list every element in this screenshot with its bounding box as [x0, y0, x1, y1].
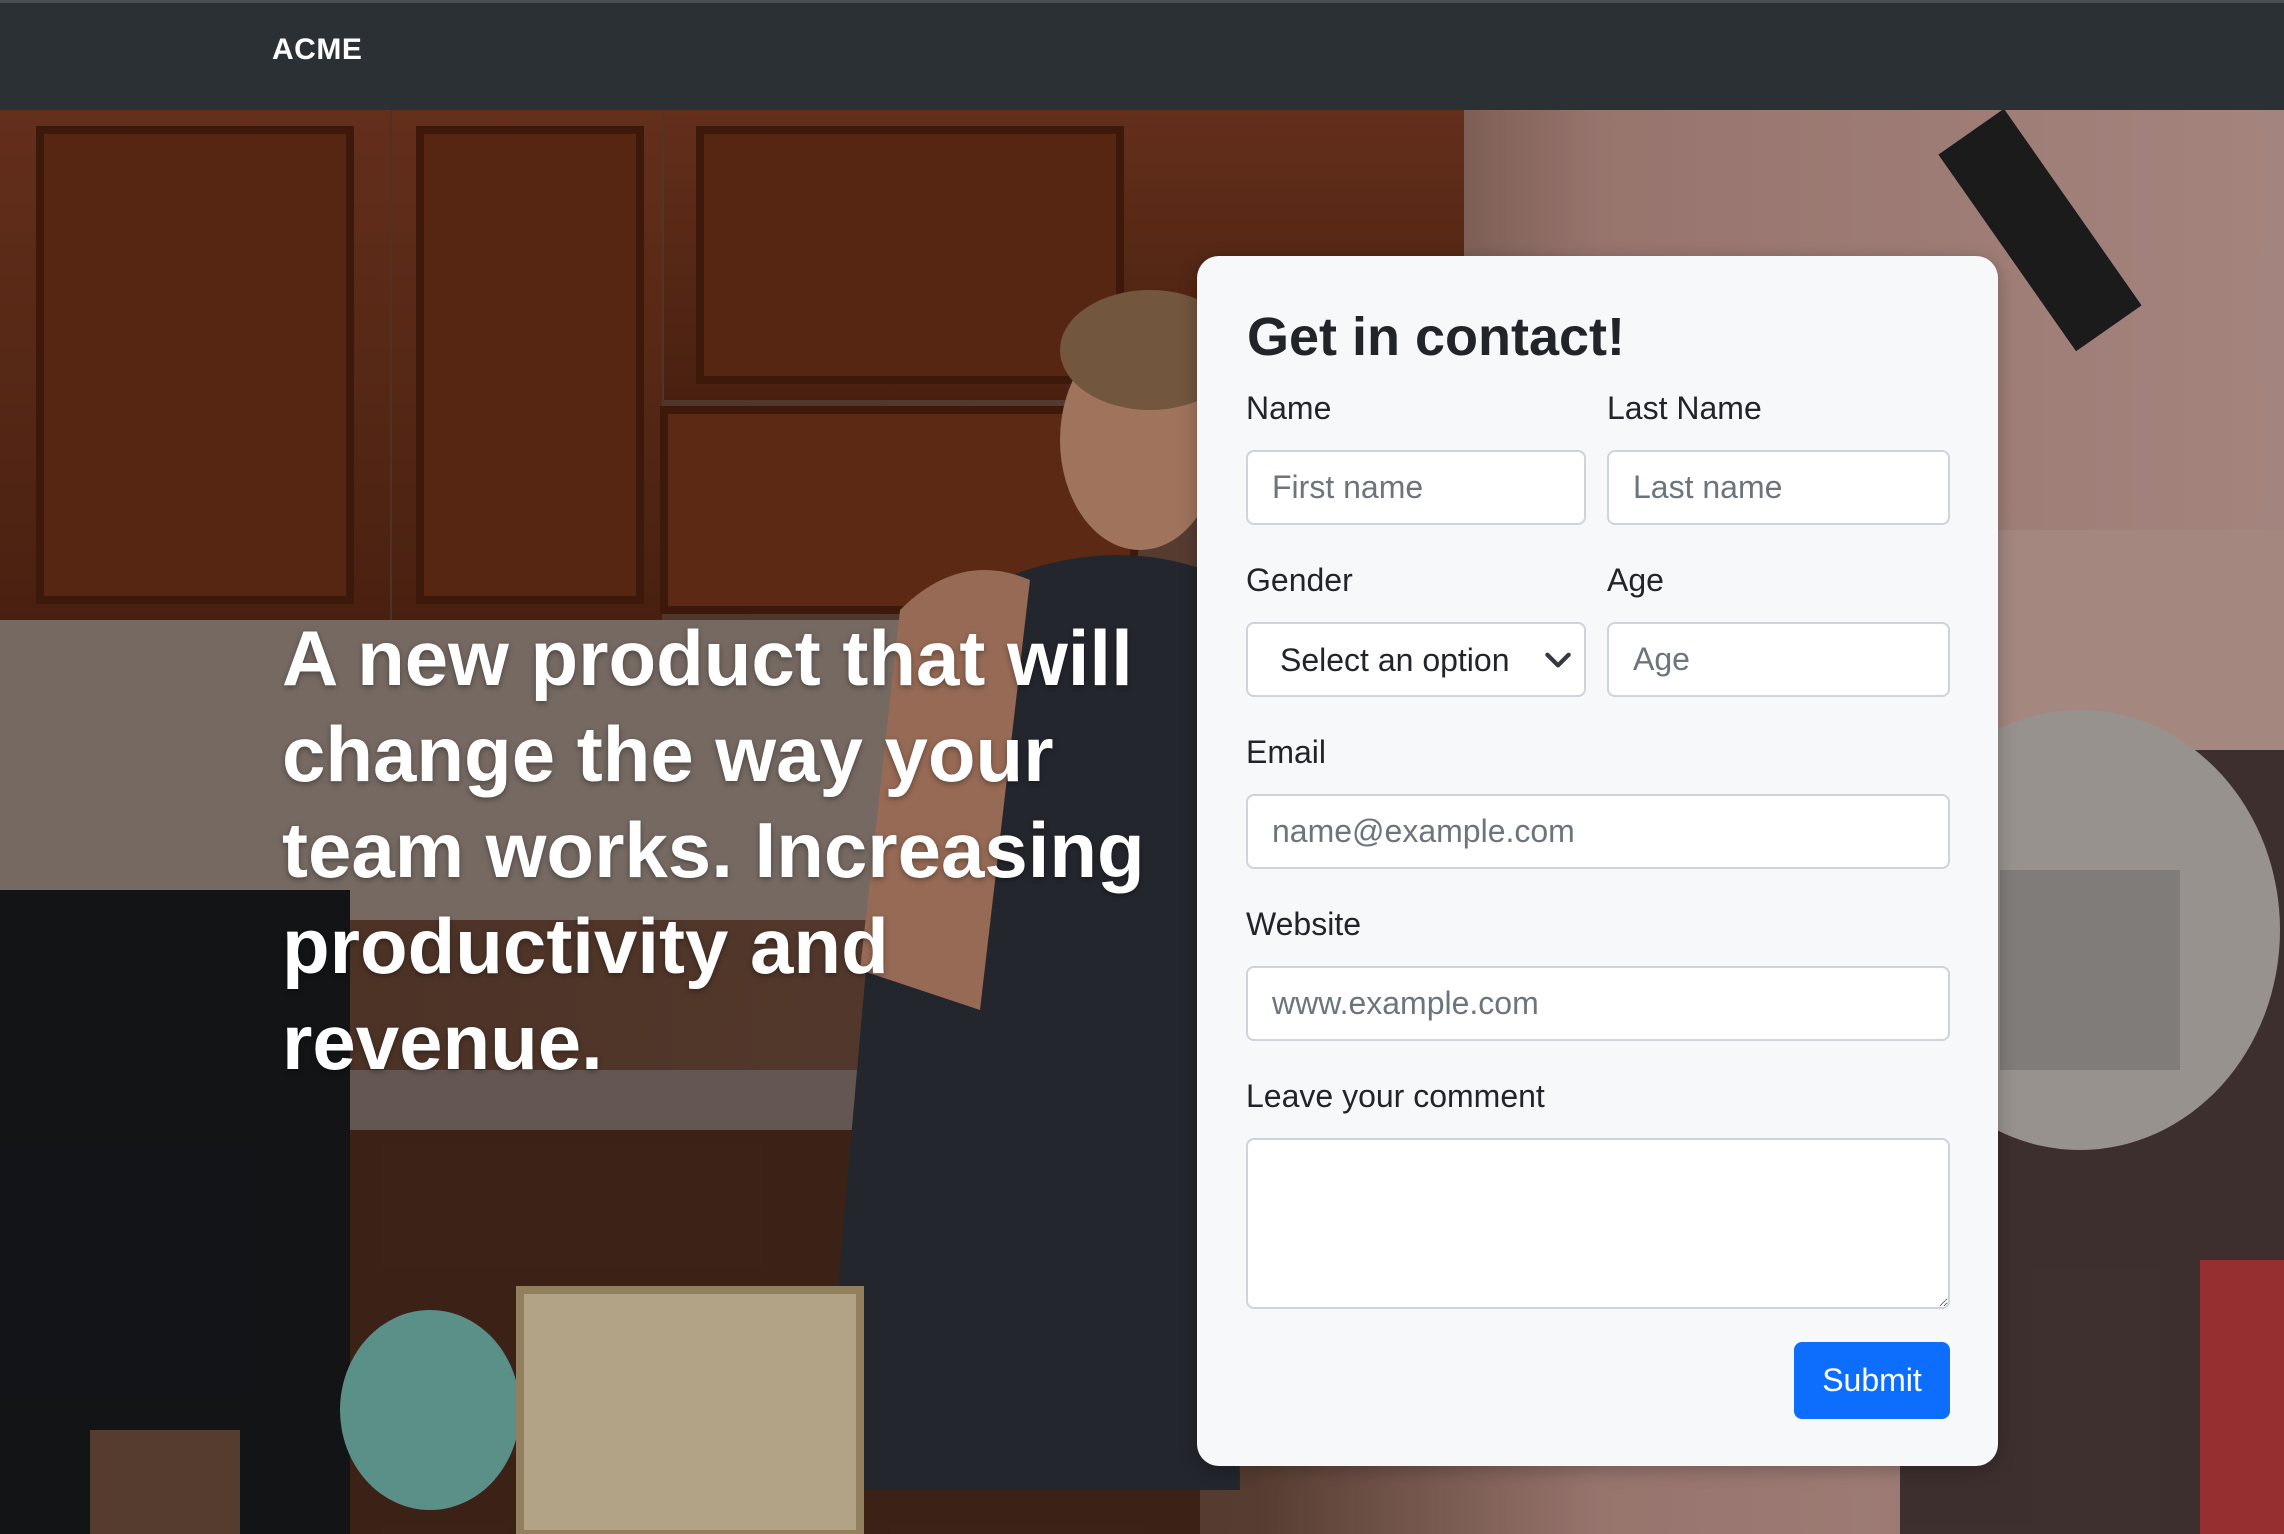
email-input[interactable] [1246, 794, 1950, 869]
last-name-label: Last Name [1607, 390, 1762, 426]
first-name-input[interactable] [1246, 450, 1586, 525]
comment-label: Leave your comment [1246, 1078, 1545, 1114]
brand-logo[interactable]: ACME [272, 33, 362, 67]
website-label: Website [1246, 906, 1362, 942]
last-name-input[interactable] [1607, 450, 1950, 525]
email-label: Email [1246, 734, 1327, 770]
hero-headline: A new product that will change the way y… [282, 614, 1145, 1086]
top-navbar: ACME [0, 0, 2284, 110]
first-name-label: Name [1246, 390, 1332, 426]
age-input[interactable] [1607, 622, 1950, 697]
gender-select[interactable]: Select an option [1246, 622, 1586, 697]
form-title: Get in contact! [1247, 307, 1626, 367]
website-input[interactable] [1246, 966, 1950, 1041]
comment-textarea[interactable] [1246, 1138, 1950, 1309]
contact-form-card: Get in contact! Name Last Name Gender Se… [1197, 256, 1998, 1466]
gender-label: Gender [1246, 562, 1353, 598]
submit-button[interactable]: Submit [1794, 1342, 1950, 1419]
age-label: Age [1607, 562, 1664, 598]
